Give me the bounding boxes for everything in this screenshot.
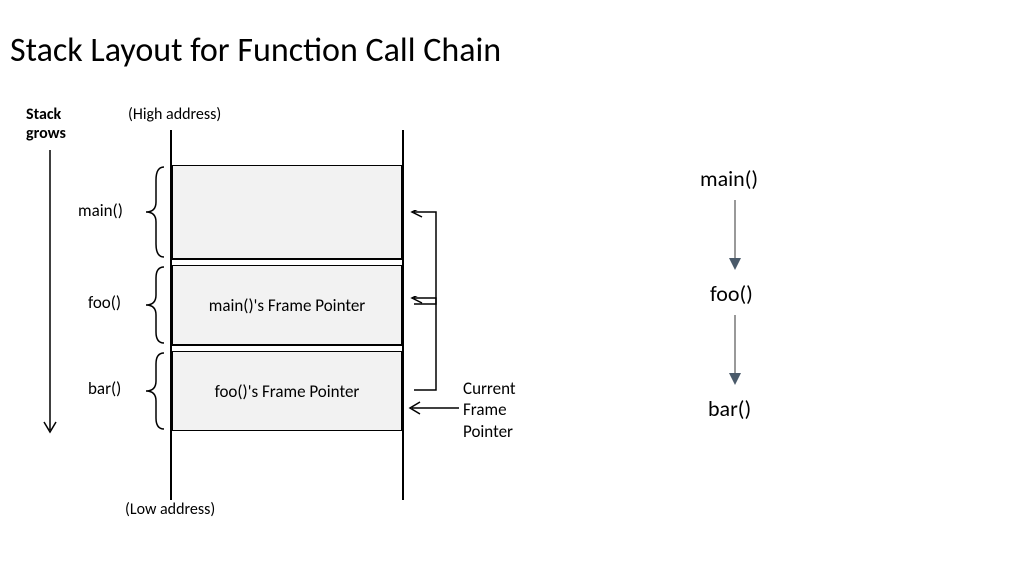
frame-foo: main()'s Frame Pointer — [172, 265, 402, 345]
frame-separator-2 — [172, 345, 402, 346]
current-fp-label: Current Frame Pointer — [463, 378, 516, 442]
brace-main-icon — [136, 165, 166, 259]
current-fp-arrow-icon — [404, 398, 464, 418]
chain-foo: foo() — [710, 280, 753, 307]
stack-grows-label: Stack grows — [26, 105, 66, 143]
frame-bar-content: foo()'s Frame Pointer — [215, 381, 360, 402]
chain-bar: bar() — [708, 395, 751, 422]
brace-foo-icon — [136, 265, 166, 345]
chain-arrow-2-icon — [725, 313, 745, 388]
brace-bar-icon — [136, 351, 166, 431]
brace-foo-label: foo() — [88, 292, 121, 313]
frame-bar: foo()'s Frame Pointer — [172, 351, 402, 431]
stack-grows-arrow-icon — [40, 150, 60, 440]
brace-bar-label: bar() — [88, 378, 121, 399]
loopback-arrow-main-icon — [404, 210, 444, 310]
high-address-label: (High address) — [128, 105, 221, 124]
chain-main: main() — [700, 165, 758, 192]
low-address-label: (Low address) — [125, 500, 215, 519]
page-title: Stack Layout for Function Call Chain — [10, 30, 501, 71]
chain-arrow-1-icon — [725, 198, 745, 273]
frame-main — [172, 165, 402, 259]
loopback-arrow-foo-icon — [404, 296, 444, 396]
frame-foo-content: main()'s Frame Pointer — [209, 295, 366, 316]
brace-main-label: main() — [78, 200, 123, 221]
frame-separator-1 — [172, 259, 402, 260]
